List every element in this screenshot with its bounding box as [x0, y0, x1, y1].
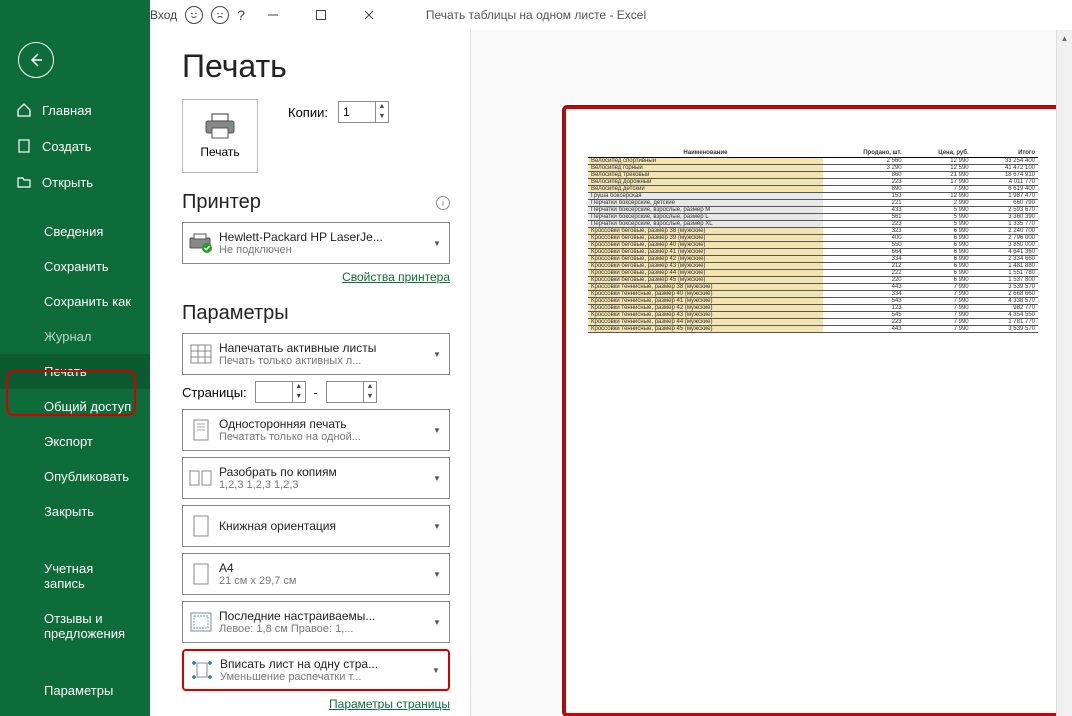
page-title: Печать	[182, 48, 450, 85]
sidebar-item-2[interactable]: Открыть	[0, 164, 150, 200]
pages-label: Страницы:	[182, 385, 247, 400]
chevron-down-icon: ▼	[433, 350, 449, 359]
chevron-down-icon: ▼	[432, 666, 448, 675]
chevron-down-icon: ▼	[433, 426, 449, 435]
collate-icon	[188, 467, 214, 489]
copies-label: Копии:	[288, 105, 328, 120]
maximize-button[interactable]	[301, 1, 341, 29]
print-button-label: Печать	[200, 145, 239, 159]
arrow-left-icon	[28, 52, 44, 68]
margins-dropdown[interactable]: Последние настраиваемы...Левое: 1,8 см П…	[182, 601, 450, 643]
sidebar-item-label: Журнал	[44, 329, 91, 344]
sidebar-item-label: Опубликовать	[44, 469, 129, 484]
sidebar-item-label: Сведения	[44, 224, 103, 239]
printer-name: Hewlett-Packard HP LaserJe...	[219, 230, 433, 244]
single-side-icon	[190, 418, 212, 442]
portrait-icon	[191, 514, 211, 538]
printer-status: Не подключен	[219, 244, 433, 256]
chevron-down-icon: ▼	[433, 239, 449, 248]
sidebar-item-6[interactable]: Журнал	[0, 319, 150, 354]
preview-table: НаименованиеПродано, шт.Цена, руб.ИтогоВ…	[588, 149, 1038, 333]
info-icon[interactable]: i	[436, 196, 450, 210]
face-happy-icon[interactable]	[185, 6, 203, 24]
sides-dropdown[interactable]: Односторонняя печатьПечатать только на о…	[182, 409, 450, 451]
scroll-up-icon[interactable]: ▲	[1057, 30, 1072, 47]
spinner-down-icon[interactable]: ▼	[376, 112, 388, 122]
help-button[interactable]: ?	[237, 7, 245, 23]
window-title: Печать таблицы на одном листе - Excel	[426, 8, 646, 22]
chevron-down-icon: ▼	[433, 618, 449, 627]
pages-separator: -	[314, 385, 318, 400]
signin-link[interactable]: Вход	[150, 8, 177, 22]
home-icon	[16, 102, 32, 118]
print-settings-pane: Печать Печать Копии: ▲▼ Принтер	[150, 30, 470, 716]
sidebar-item-11[interactable]: Закрыть	[0, 494, 150, 529]
sidebar-item-label: Открыть	[42, 175, 93, 190]
sidebar-item-9[interactable]: Экспорт	[0, 424, 150, 459]
settings-section-header: Параметры	[182, 302, 289, 325]
sidebar-item-label: Общий доступ	[44, 399, 131, 414]
face-sad-icon[interactable]	[211, 6, 229, 24]
pages-from-input[interactable]	[256, 382, 292, 402]
scaling-dropdown[interactable]: Вписать лист на одну стра...Уменьшение р…	[182, 649, 450, 691]
sidebar-item-8[interactable]: Общий доступ	[0, 389, 150, 424]
sidebar-item-5[interactable]: Сохранить как	[0, 284, 150, 319]
sidebar-item-label: Главная	[42, 103, 91, 118]
print-preview-pane: НаименованиеПродано, шт.Цена, руб.ИтогоВ…	[470, 30, 1072, 716]
copies-input[interactable]	[339, 102, 375, 122]
sheets-icon	[189, 343, 213, 365]
sidebar-item-13[interactable]: Отзывы и предложения	[0, 601, 150, 651]
print-button[interactable]: Печать	[182, 99, 258, 173]
sidebar-item-label: Закрыть	[44, 504, 94, 519]
pages-to-input[interactable]	[327, 382, 363, 402]
open-icon	[16, 174, 32, 190]
chevron-down-icon: ▼	[433, 522, 449, 531]
vertical-scrollbar[interactable]: ▲	[1056, 30, 1072, 716]
backstage-sidebar: Главная Создать Открыть Сведения Сохранить Со…	[0, 0, 150, 716]
paper-dropdown[interactable]: A421 см x 29,7 см ▼	[182, 553, 450, 595]
close-button[interactable]	[349, 1, 389, 29]
chevron-down-icon: ▼	[433, 570, 449, 579]
paper-icon	[191, 562, 211, 586]
preview-sheet: НаименованиеПродано, шт.Цена, руб.ИтогоВ…	[563, 106, 1063, 716]
sidebar-item-label: Учетная запись	[44, 561, 134, 591]
sidebar-item-label: Параметры	[44, 683, 113, 698]
pages-to-spinner[interactable]: ▲▼	[326, 381, 377, 403]
new-icon	[16, 138, 32, 154]
fit-to-page-icon	[190, 659, 214, 681]
orientation-dropdown[interactable]: Книжная ориентация ▼	[182, 505, 450, 547]
print-sheets-dropdown[interactable]: Напечатать активные листыПечать только а…	[182, 333, 450, 375]
title-bar: Печать таблицы на одном листе - Excel Вх…	[0, 0, 1072, 30]
printer-status-icon	[188, 233, 214, 253]
sidebar-item-label: Сохранить	[44, 259, 109, 274]
sidebar-item-14[interactable]: Параметры	[0, 673, 150, 708]
margins-icon	[189, 611, 213, 633]
printer-dropdown[interactable]: Hewlett-Packard HP LaserJe... Не подключ…	[182, 222, 450, 264]
collate-dropdown[interactable]: Разобрать по копиям1,2,3 1,2,3 1,2,3 ▼	[182, 457, 450, 499]
minimize-button[interactable]	[253, 1, 293, 29]
sidebar-item-7[interactable]: Печать	[0, 354, 150, 389]
content-area: Печать Печать Копии: ▲▼ Принтер	[150, 30, 1072, 716]
sidebar-item-3[interactable]: Сведения	[0, 214, 150, 249]
sidebar-item-label: Сохранить как	[44, 294, 131, 309]
sidebar-item-1[interactable]: Создать	[0, 128, 150, 164]
sidebar-item-4[interactable]: Сохранить	[0, 249, 150, 284]
sidebar-item-0[interactable]: Главная	[0, 92, 150, 128]
printer-properties-link[interactable]: Свойства принтера	[182, 270, 450, 284]
spinner-up-icon[interactable]: ▲	[376, 102, 388, 112]
sidebar-item-label: Печать	[44, 364, 87, 379]
sidebar-item-10[interactable]: Опубликовать	[0, 459, 150, 494]
sidebar-item-label: Отзывы и предложения	[44, 611, 134, 641]
pages-from-spinner[interactable]: ▲▼	[255, 381, 306, 403]
sidebar-item-label: Экспорт	[44, 434, 93, 449]
back-button[interactable]	[18, 42, 54, 78]
page-setup-link[interactable]: Параметры страницы	[182, 697, 450, 711]
chevron-down-icon: ▼	[433, 474, 449, 483]
sidebar-item-label: Создать	[42, 139, 91, 154]
printer-icon	[203, 113, 237, 139]
sidebar-item-12[interactable]: Учетная запись	[0, 551, 150, 601]
copies-spinner[interactable]: ▲▼	[338, 101, 389, 123]
printer-section-header: Принтер	[182, 191, 261, 214]
